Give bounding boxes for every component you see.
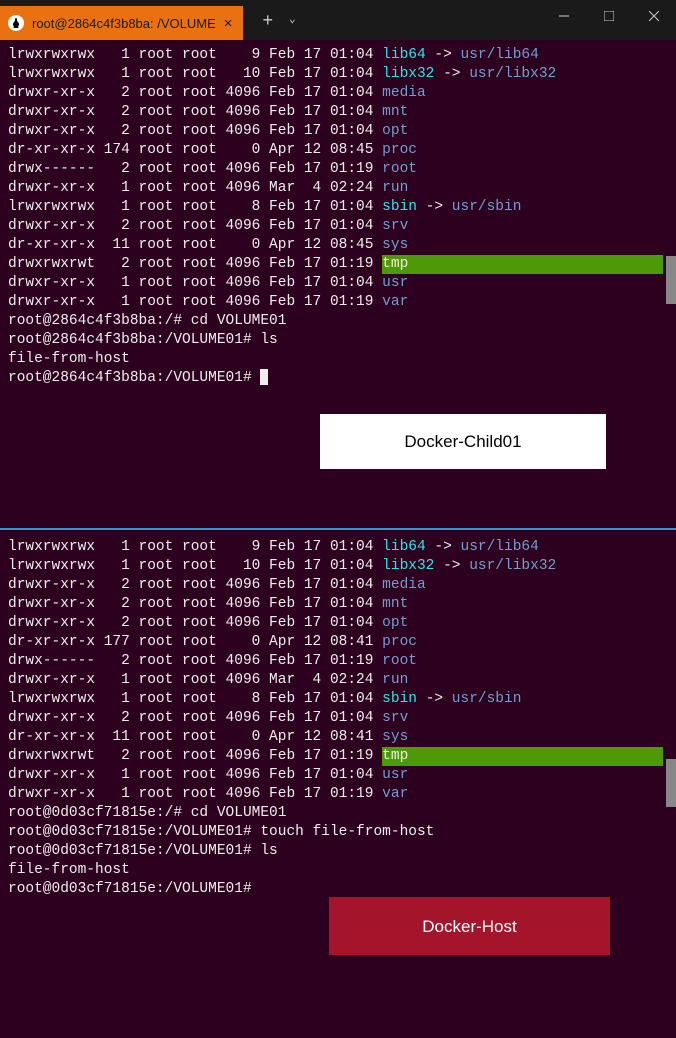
ls-row: drwxr-xr-x 1 root root 4096 Mar 4 02:24 … bbox=[8, 671, 668, 690]
close-window-button[interactable] bbox=[631, 0, 676, 32]
new-tab-button[interactable]: + bbox=[263, 11, 274, 30]
linux-icon bbox=[8, 15, 24, 31]
ls-row: drwxr-xr-x 1 root root 4096 Feb 17 01:19… bbox=[8, 293, 668, 312]
ls-row: drwxr-xr-x 2 root root 4096 Feb 17 01:04… bbox=[8, 103, 668, 122]
ls-row: drwxr-xr-x 2 root root 4096 Feb 17 01:04… bbox=[8, 576, 668, 595]
ls-row: drwxr-xr-x 1 root root 4096 Feb 17 01:19… bbox=[8, 785, 668, 804]
tab-title: root@2864c4f3b8ba: /VOLUME bbox=[32, 14, 216, 33]
ls-row: lrwxrwxrwx 1 root root 10 Feb 17 01:04 l… bbox=[8, 557, 668, 576]
scrollbar-thumb-top[interactable] bbox=[666, 256, 676, 304]
ls-row: dr-xr-xr-x 177 root root 0 Apr 12 08:41 … bbox=[8, 633, 668, 652]
ls-row: lrwxrwxrwx 1 root root 8 Feb 17 01:04 sb… bbox=[8, 198, 668, 217]
prompt-line: root@0d03cf71815e:/VOLUME01# touch file-… bbox=[8, 823, 668, 842]
cursor bbox=[260, 369, 268, 385]
annotation-docker-host: Docker-Host bbox=[329, 897, 610, 955]
terminal-tab[interactable]: root@2864c4f3b8ba: /VOLUME × bbox=[0, 6, 243, 40]
window-titlebar: root@2864c4f3b8ba: /VOLUME × + ⌄ bbox=[0, 0, 676, 40]
ls-row: drwxr-xr-x 2 root root 4096 Feb 17 01:04… bbox=[8, 122, 668, 141]
ls-row: dr-xr-xr-x 174 root root 0 Apr 12 08:45 … bbox=[8, 141, 668, 160]
ls-row: drwxr-xr-x 1 root root 4096 Feb 17 01:04… bbox=[8, 274, 668, 293]
prompt-line: root@0d03cf71815e:/# cd VOLUME01 bbox=[8, 804, 668, 823]
ls-row: lrwxrwxrwx 1 root root 9 Feb 17 01:04 li… bbox=[8, 46, 668, 65]
ls-row: drwxr-xr-x 2 root root 4096 Feb 17 01:04… bbox=[8, 84, 668, 103]
annotation-docker-child: Docker-Child01 bbox=[320, 414, 606, 469]
ls-row: drwx------ 2 root root 4096 Feb 17 01:19… bbox=[8, 160, 668, 179]
ls-row: lrwxrwxrwx 1 root root 9 Feb 17 01:04 li… bbox=[8, 538, 668, 557]
ls-row: lrwxrwxrwx 1 root root 10 Feb 17 01:04 l… bbox=[8, 65, 668, 84]
ls-row: drwxr-xr-x 2 root root 4096 Feb 17 01:04… bbox=[8, 614, 668, 633]
ls-row: drwxrwxrwt 2 root root 4096 Feb 17 01:19… bbox=[8, 255, 668, 274]
command-output: file-from-host bbox=[8, 861, 668, 880]
ls-row: lrwxrwxrwx 1 root root 8 Feb 17 01:04 sb… bbox=[8, 690, 668, 709]
scrollbar-thumb-bottom[interactable] bbox=[666, 759, 676, 807]
prompt-line: root@2864c4f3b8ba:/# cd VOLUME01 bbox=[8, 312, 668, 331]
ls-row: drwxr-xr-x 2 root root 4096 Feb 17 01:04… bbox=[8, 217, 668, 236]
command-output: file-from-host bbox=[8, 350, 668, 369]
prompt-line: root@2864c4f3b8ba:/VOLUME01# bbox=[8, 369, 668, 388]
ls-row: drwxr-xr-x 1 root root 4096 Mar 4 02:24 … bbox=[8, 179, 668, 198]
ls-row: dr-xr-xr-x 11 root root 0 Apr 12 08:41 s… bbox=[8, 728, 668, 747]
ls-row: dr-xr-xr-x 11 root root 0 Apr 12 08:45 s… bbox=[8, 236, 668, 255]
ls-row: drwxr-xr-x 2 root root 4096 Feb 17 01:04… bbox=[8, 595, 668, 614]
maximize-button[interactable] bbox=[586, 0, 631, 32]
ls-row: drwxr-xr-x 2 root root 4096 Feb 17 01:04… bbox=[8, 709, 668, 728]
ls-row: drwx------ 2 root root 4096 Feb 17 01:19… bbox=[8, 652, 668, 671]
terminal-pane-bottom[interactable]: lrwxrwxrwx 1 root root 9 Feb 17 01:04 li… bbox=[0, 532, 676, 1038]
window-controls bbox=[541, 0, 676, 32]
ls-row: drwxrwxrwt 2 root root 4096 Feb 17 01:19… bbox=[8, 747, 668, 766]
prompt-line: root@0d03cf71815e:/VOLUME01# ls bbox=[8, 842, 668, 861]
ls-row: drwxr-xr-x 1 root root 4096 Feb 17 01:04… bbox=[8, 766, 668, 785]
close-tab-icon[interactable]: × bbox=[224, 14, 233, 33]
tab-dropdown-icon[interactable]: ⌄ bbox=[289, 11, 296, 30]
minimize-button[interactable] bbox=[541, 0, 586, 32]
prompt-line: root@2864c4f3b8ba:/VOLUME01# ls bbox=[8, 331, 668, 350]
